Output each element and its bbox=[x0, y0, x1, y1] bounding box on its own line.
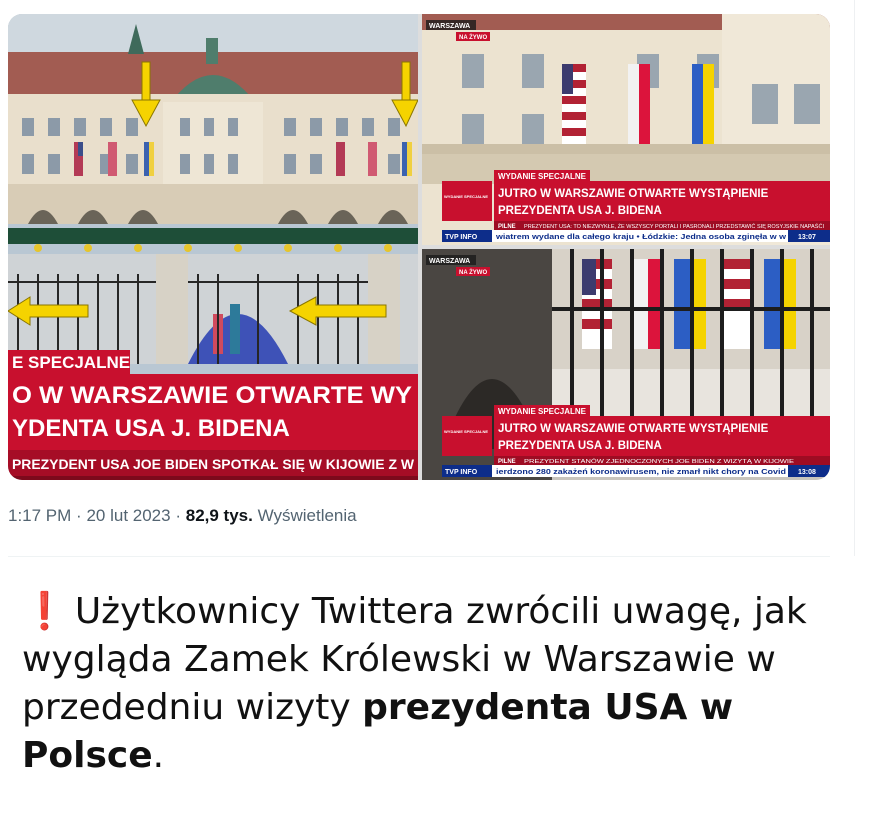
br-pilne-label: PILNE bbox=[498, 459, 516, 465]
tr-live-tag: NA ŻYWO bbox=[459, 34, 487, 41]
tweet-meta: 1:17 PM · 20 lut 2023 · 82,9 tys. Wyświe… bbox=[8, 506, 357, 526]
br-time: 13:08 bbox=[798, 469, 816, 476]
br-headline-1: JUTRO W WARSZAWIE OTWARTE WYSTĄPIENIE bbox=[498, 423, 769, 435]
br-live-tag: NA ŻYWO bbox=[459, 269, 487, 276]
caption-period: . bbox=[152, 735, 165, 776]
tr-pilne-text: PREZYDENT USA: TO NIEZWYKŁE, ŻE WSZYSCY … bbox=[524, 222, 824, 230]
views-label: Wyświetlenia bbox=[257, 506, 357, 525]
br-channel: TVP INFO bbox=[445, 469, 478, 476]
tweet-date[interactable]: 20 lut 2023 bbox=[86, 506, 170, 525]
left-special-tag: E SPECJALNE bbox=[12, 353, 130, 372]
br-location-tag: WARSZAWA bbox=[429, 258, 470, 265]
divider bbox=[8, 556, 830, 557]
tr-headline-1: JUTRO W WARSZAWIE OTWARTE WYSTĄPIENIE bbox=[498, 188, 769, 200]
br-logo-small: WYDANIE SPECJALNE bbox=[444, 429, 488, 434]
column-divider bbox=[854, 0, 855, 556]
meta-separator: · bbox=[76, 506, 82, 525]
tweet-media-grid[interactable]: E SPECJALNE O W WARSZAWIE OTWARTE WY YDE… bbox=[8, 14, 830, 480]
left-headline-1: O W WARSZAWIE OTWARTE WY bbox=[12, 382, 412, 409]
tr-channel: TVP INFO bbox=[445, 234, 478, 241]
br-special-tag: WYDANIE SPECJALNE bbox=[498, 407, 587, 416]
tr-logo-small: WYDANIE SPECJALNE bbox=[444, 194, 488, 199]
exclamation-icon: ❗ bbox=[22, 591, 67, 632]
article-caption: ❗ Użytkownicy Twittera zwrócili uwagę, ja… bbox=[22, 588, 852, 780]
tr-headline-2: PREZYDENTA USA J. BIDENA bbox=[498, 205, 662, 217]
br-crawl: ierdzono 280 zakażeń koronawirusem, nie … bbox=[496, 469, 786, 476]
tr-crawl: wiatrem wydane dla całego kraju • Łódzki… bbox=[495, 234, 787, 241]
photo-facade-flags[interactable]: WARSZAWA NA ŻYWO WYDANIE SPECJALNE WYDAN… bbox=[422, 14, 830, 245]
photo-castle-wide[interactable]: E SPECJALNE O W WARSZAWIE OTWARTE WY YDE… bbox=[8, 14, 418, 480]
tr-pilne-label: PILNE bbox=[498, 224, 516, 230]
left-crawl: PREZYDENT USA JOE BIDEN SPOTKAŁ SIĘ W KI… bbox=[12, 457, 414, 472]
left-headline-2: YDENTA USA J. BIDENA bbox=[12, 415, 290, 442]
meta-separator: · bbox=[175, 506, 181, 525]
tweet-time[interactable]: 1:17 PM bbox=[8, 506, 71, 525]
views-count: 82,9 tys. bbox=[185, 506, 253, 525]
tr-location-tag: WARSZAWA bbox=[429, 23, 470, 30]
br-pilne-text: PREZYDENT STANÓW ZJEDNOCZONYCH JOE BIDEN… bbox=[524, 458, 795, 465]
tr-special-tag: WYDANIE SPECJALNE bbox=[498, 172, 587, 181]
br-headline-2: PREZYDENTA USA J. BIDENA bbox=[498, 440, 662, 452]
tr-time: 13:07 bbox=[798, 234, 816, 241]
photo-fence-flags[interactable]: WARSZAWA NA ŻYWO WYDANIE SPECJALNE WYDAN… bbox=[422, 249, 830, 480]
